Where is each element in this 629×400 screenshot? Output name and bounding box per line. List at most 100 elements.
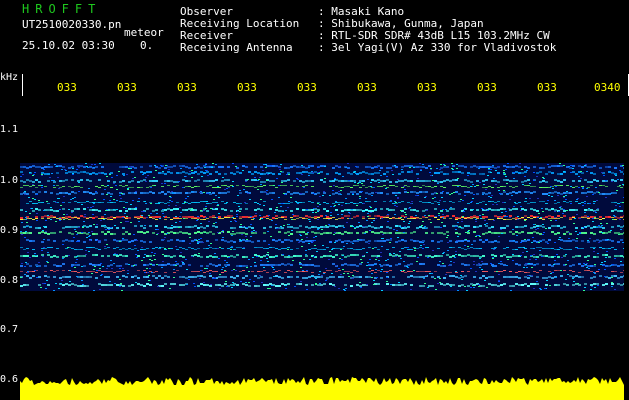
spectral-stripe <box>71 264 74 266</box>
noise-speckle <box>502 202 504 203</box>
noise-speckle <box>355 166 357 167</box>
noise-speckle <box>260 260 262 261</box>
noise-speckle <box>130 222 132 223</box>
noise-speckle <box>219 288 221 289</box>
spectral-stripe <box>482 271 485 272</box>
spectral-stripe <box>515 208 518 210</box>
noise-speckle <box>213 223 215 224</box>
noise-speckle <box>576 238 578 239</box>
noise-speckle <box>537 228 539 229</box>
spectral-stripe <box>533 191 536 193</box>
spectral-stripe <box>41 241 44 243</box>
spectral-stripe <box>542 248 545 249</box>
noise-speckle <box>557 195 559 196</box>
spectral-stripe <box>77 208 80 210</box>
noise-speckle <box>397 198 399 199</box>
noise-speckle <box>109 281 111 282</box>
spectral-stripe <box>233 241 236 243</box>
spectral-stripe <box>494 209 497 211</box>
spectral-stripe <box>251 173 254 175</box>
spectral-stripe <box>488 166 491 168</box>
noise-speckle <box>366 284 368 285</box>
noise-speckle <box>317 167 319 168</box>
spectral-stripe <box>125 231 128 233</box>
spectral-stripe <box>146 283 149 285</box>
spectral-stripe <box>386 271 389 272</box>
spectral-stripe <box>119 201 122 202</box>
ytick-0-6: 0.6 <box>0 374 19 385</box>
spectral-stripe <box>308 172 311 174</box>
spectral-stripe <box>95 248 98 249</box>
noise-speckle <box>361 191 363 192</box>
spectral-stripe <box>206 248 209 249</box>
spectral-stripe <box>284 239 287 241</box>
spectral-stripe <box>194 271 197 272</box>
spectral-stripe <box>467 180 470 182</box>
spectral-stripe <box>326 216 329 218</box>
spectral-stripe <box>308 276 311 278</box>
spectral-stripe <box>242 270 245 271</box>
noise-speckle <box>154 165 156 166</box>
spectral-stripe <box>119 166 122 168</box>
spectral-stripe <box>563 240 566 242</box>
spectral-stripe <box>65 226 68 228</box>
spectral-stripe <box>527 272 530 273</box>
noise-speckle <box>378 182 380 183</box>
spectral-stripe <box>536 283 539 285</box>
spectral-stripe <box>368 276 371 278</box>
noise-speckle <box>592 218 594 219</box>
spectral-stripe <box>521 217 524 218</box>
spectral-stripe <box>584 232 587 234</box>
spectral-stripe <box>137 216 140 218</box>
noise-speckle <box>535 259 537 260</box>
noise-speckle <box>534 264 536 265</box>
spectral-stripe <box>551 277 554 279</box>
spectral-stripe <box>569 233 572 235</box>
spectral-stripe <box>593 240 596 242</box>
spectral-stripe <box>290 217 293 218</box>
spectral-stripe <box>173 208 176 210</box>
noise-speckle <box>544 288 546 289</box>
noise-speckle <box>237 195 239 196</box>
spectral-stripe <box>410 271 413 272</box>
noise-speckle <box>276 178 278 179</box>
spectral-stripe <box>401 271 404 272</box>
spectral-stripe <box>494 255 497 257</box>
spectral-stripe <box>584 192 587 194</box>
noise-speckle <box>116 189 118 190</box>
noise-speckle <box>484 224 486 225</box>
spectral-stripe <box>287 270 290 271</box>
noise-speckle <box>521 169 523 170</box>
spectral-stripe <box>374 247 377 248</box>
spectral-stripe <box>272 272 275 273</box>
spectral-stripe <box>377 165 380 167</box>
spectral-stripe <box>329 276 332 278</box>
spectral-stripe <box>248 285 251 287</box>
noise-speckle <box>275 256 277 257</box>
spectral-stripe <box>131 208 134 210</box>
spectral-stripe <box>305 180 308 182</box>
noise-speckle <box>620 229 622 230</box>
noise-speckle <box>190 210 192 211</box>
noise-speckle <box>193 283 195 284</box>
noise-speckle <box>559 247 561 248</box>
spectral-stripe <box>53 181 56 183</box>
spectral-stripe <box>278 270 281 271</box>
spectral-stripe <box>176 239 179 241</box>
spectral-stripe <box>38 181 41 183</box>
spectral-stripe <box>143 227 146 229</box>
spectral-stripe <box>482 285 485 287</box>
noise-speckle <box>360 287 362 288</box>
spectral-stripe <box>101 255 104 257</box>
spectral-stripe <box>263 185 266 186</box>
spectral-stripe <box>254 215 257 217</box>
spectral-stripe <box>83 232 86 234</box>
spectral-stripe <box>449 284 452 286</box>
noise-speckle <box>214 256 216 257</box>
spectral-stripe <box>464 264 467 266</box>
spectral-stripe <box>347 232 350 234</box>
noise-speckle <box>40 287 42 288</box>
spectral-stripe <box>380 208 383 210</box>
noise-speckle <box>308 243 310 244</box>
spectral-stripe <box>368 173 371 175</box>
